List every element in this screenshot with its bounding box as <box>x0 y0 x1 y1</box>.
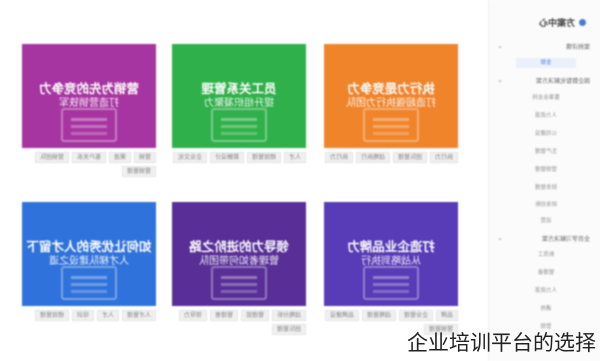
sidebar-item[interactable]: 人力资源 <box>516 286 576 296</box>
chevron-down-icon[interactable]: ⌄ <box>497 76 503 84</box>
sidebar-item[interactable]: 管理者 <box>516 268 576 278</box>
tag-chip[interactable]: 品牌 <box>435 310 458 321</box>
solution-card[interactable]: 营销为先的竞争力 打造营销铁军 营销 渠道 客户关系 营销团队营销管理 <box>22 44 156 177</box>
card-tags: 人才管理 人才 培训 绩效管理 <box>22 306 156 321</box>
card-tags: 人才 绩效管理 薪酬设计 企业文化 <box>172 148 306 163</box>
sidebar-item[interactable]: 人力资源 <box>516 111 576 121</box>
card-banner[interactable]: 领导力的进阶之路 管理者如何带团队 <box>172 202 306 306</box>
tag-chip[interactable]: 培训 <box>71 310 94 321</box>
card-tags: 战略分析 管理层 管理者 领导力团队管理 <box>172 306 306 335</box>
tag-chip[interactable]: 客户关系 <box>71 152 106 163</box>
sidebar-item[interactable]: 生产管理 <box>516 147 576 157</box>
tag-chip[interactable]: 企业文化 <box>172 152 207 163</box>
laptop-illustration-icon <box>61 108 117 142</box>
solution-card[interactable]: 如何让优秀的人才留下 人才梯队建设之道 人才管理 人才 培训 绩效管理 <box>22 202 156 321</box>
laptop-illustration-icon <box>363 108 419 142</box>
tag-chip[interactable]: 战略管理 <box>361 310 396 321</box>
card-tags: 营销 渠道 客户关系 营销团队营销管理 <box>22 148 156 177</box>
sidebar-group[interactable]: 全员学习解决方案 ⌄ <box>497 232 590 244</box>
laptop-illustration-icon <box>211 266 267 300</box>
sidebar-item[interactable]: 新员工 <box>516 250 576 260</box>
card-banner[interactable]: 营销为先的竞争力 打造营销铁军 <box>22 44 156 148</box>
chevron-down-icon[interactable]: ⌄ <box>497 234 503 242</box>
tag-chip[interactable]: 团队管理 <box>392 152 427 163</box>
tag-chip[interactable]: 人才管理 <box>121 310 156 321</box>
card-subtitle: 人才梯队建设之道 <box>49 256 129 267</box>
tag-chip[interactable]: 管理层 <box>240 310 269 321</box>
card-subtitle: 提升组织凝聚力 <box>204 98 274 109</box>
sidebar-item[interactable]: 营销管理 <box>516 165 576 175</box>
tag-chip[interactable]: 人才 <box>96 310 119 321</box>
chevron-down-icon[interactable]: ⌄ <box>497 42 503 50</box>
sidebar-item[interactable]: 董事会支持 <box>516 93 576 103</box>
sidebar-group[interactable]: 国企数智化解决方案 ⌄ <box>497 74 590 86</box>
sidebar-item-all[interactable]: 全部 <box>516 58 576 68</box>
sidebar-group-label: 国企数智化解决方案 <box>535 77 590 85</box>
card-tags: 执行力 团队管理 战略执行 执行力 <box>324 148 458 163</box>
tag-chip[interactable]: 薪酬设计 <box>209 152 244 163</box>
tag-chip[interactable]: 人才 <box>283 152 306 163</box>
card-subtitle: 从战略到执行 <box>361 256 421 267</box>
tag-chip[interactable]: 绩效管理 <box>34 310 69 321</box>
tag-chip[interactable]: 战略分析 <box>271 310 306 321</box>
card-banner[interactable]: 如何让优秀的人才留下 人才梯队建设之道 <box>22 202 156 306</box>
tag-chip[interactable]: 领导力 <box>178 310 207 321</box>
card-banner[interactable]: 员工关系管理 提升组织凝聚力 <box>172 44 306 148</box>
card-subtitle: 打造超强执行力团队 <box>346 98 436 109</box>
tag-chip[interactable]: 执行力 <box>429 152 458 163</box>
tag-chip[interactable]: 营销 <box>133 152 156 163</box>
tag-chip[interactable]: 绩效管理 <box>246 152 281 163</box>
card-title: 领导力的进阶之路 <box>189 239 290 254</box>
card-title: 员工关系管理 <box>201 81 277 96</box>
watermark-caption: 企业培训平台的选择 <box>407 331 596 355</box>
tag-chip[interactable]: 团队管理 <box>271 324 306 335</box>
tag-chip[interactable]: 执行力 <box>324 152 353 163</box>
tag-chip[interactable]: 营销团队 <box>34 152 69 163</box>
sidebar-group[interactable]: 案例详情 ⌄ <box>497 40 590 52</box>
sidebar-group-label: 全员学习解决方案 <box>541 235 590 243</box>
sidebar-header: 方案中心 <box>497 14 586 30</box>
sidebar: 方案中心 案例详情 ⌄ 全部 国企数智化解决方案 ⌄ 董事会支持 人力资源 公司… <box>488 0 600 361</box>
solution-card[interactable]: 执行力是竞争力 打造超强执行力团队 执行力 团队管理 战略执行 执行力 <box>324 44 458 163</box>
sidebar-group-label: 案例详情 <box>565 43 590 51</box>
tag-chip[interactable]: 战略执行 <box>355 152 390 163</box>
solution-card[interactable]: 领导力的进阶之路 管理者如何带团队 战略分析 管理层 管理者 领导力团队管理 <box>172 202 306 335</box>
sidebar-dot-icon <box>579 18 586 26</box>
sidebar-item[interactable]: 财务管理 <box>516 183 576 193</box>
card-banner[interactable]: 打造企业品牌力 从战略到执行 <box>324 202 458 306</box>
sidebar-item[interactable]: 运营 <box>516 216 576 226</box>
sidebar-item[interactable]: 研发创新 <box>516 200 576 210</box>
tag-chip[interactable]: 营销管理 <box>121 166 156 177</box>
solution-card[interactable]: 员工关系管理 提升组织凝聚力 人才 绩效管理 薪酬设计 企业文化 <box>172 44 306 163</box>
card-title: 执行力是竞争力 <box>347 81 435 96</box>
laptop-illustration-icon <box>363 266 419 300</box>
tag-chip[interactable]: 管理者 <box>209 310 238 321</box>
mirrored-screenshot: 执行力是竞争力 打造超强执行力团队 执行力 团队管理 战略执行 执行力 员工关系管理 … <box>0 0 600 361</box>
solution-card[interactable]: 打造企业品牌力 从战略到执行 品牌 企业管理 战略管理 品牌建设 营销管理 <box>324 202 458 335</box>
card-subtitle: 管理者如何带团队 <box>199 256 279 267</box>
sidebar-title: 方案中心 <box>538 18 575 29</box>
card-subtitle: 打造营销铁军 <box>59 98 119 109</box>
card-banner[interactable]: 执行力是竞争力 打造超强执行力团队 <box>324 44 458 148</box>
sidebar-item[interactable]: 公司建设 <box>516 129 576 139</box>
card-title: 营销为先的竞争力 <box>39 81 140 96</box>
sidebar-item[interactable]: 通用 <box>516 304 576 314</box>
card-title: 打造企业品牌力 <box>347 239 435 254</box>
card-title: 如何让优秀的人才留下 <box>26 239 152 254</box>
laptop-illustration-icon <box>61 266 117 300</box>
laptop-illustration-icon <box>211 108 267 142</box>
tag-chip[interactable]: 企业管理 <box>398 310 433 321</box>
tag-chip[interactable]: 渠道 <box>108 152 131 163</box>
tag-chip[interactable]: 品牌建设 <box>324 310 359 321</box>
